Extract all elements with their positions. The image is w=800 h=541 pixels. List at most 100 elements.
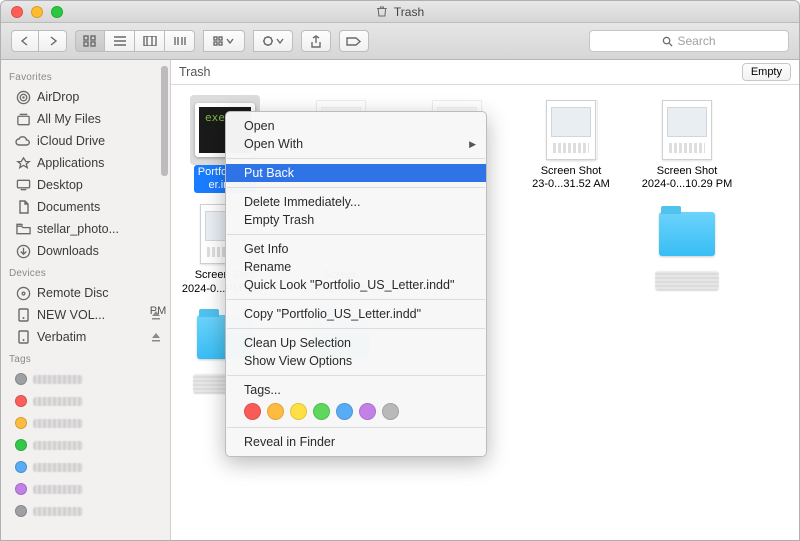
menu-item-rename[interactable]: Rename [226, 258, 486, 276]
icloud-icon [15, 133, 31, 149]
blurred-tag-label [33, 507, 83, 516]
menu-item-quick-look[interactable]: Quick Look "Portfolio_US_Letter.indd" [226, 276, 486, 294]
sidebar-item-applications[interactable]: Applications [1, 152, 170, 174]
tag-dot-icon [15, 439, 27, 451]
file-name-line1: Screen Shot [532, 165, 610, 178]
tag-color-button[interactable] [336, 403, 353, 420]
folder-icon [659, 212, 715, 256]
menu-item-copy[interactable]: Copy "Portfolio_US_Letter.indd" [226, 305, 486, 323]
sidebar-item-stellar-photo[interactable]: stellar_photo... [1, 218, 170, 240]
file-item[interactable]: Screen Shot 23-0...31.52 AM [527, 95, 615, 193]
fullscreen-window-button[interactable] [51, 6, 63, 18]
search-placeholder: Search [677, 34, 715, 48]
desktop-icon [15, 177, 31, 193]
folder-item[interactable] [643, 199, 731, 295]
sidebar-item-remote-disc[interactable]: Remote Disc [1, 282, 170, 304]
tag-dot-icon [15, 461, 27, 473]
arrange-button[interactable] [203, 30, 245, 52]
menu-item-put-back[interactable]: Put Back [226, 164, 486, 182]
sidebar-item-verbatim[interactable]: Verbatim [1, 326, 170, 348]
forward-button[interactable] [39, 30, 67, 52]
view-column-button[interactable] [135, 30, 165, 52]
file-item[interactable]: Screen Shot 2024-0...10.29 PM [643, 95, 731, 193]
window-controls [1, 6, 63, 18]
sidebar-tag-item[interactable] [1, 478, 170, 500]
sidebar-tag-item[interactable] [1, 434, 170, 456]
menu-item-tags-label: Tags... [226, 381, 486, 399]
blurred-tag-label [33, 463, 83, 472]
close-window-button[interactable] [11, 6, 23, 18]
file-name-line1: Screen Shot [642, 165, 733, 178]
file-name-line2: 2024-0...10.29 PM [642, 178, 733, 191]
blurred-tag-label [33, 375, 83, 384]
tag-dot-icon [15, 395, 27, 407]
content-area: Trash Empty exec Portfolio_U er.indd [171, 60, 799, 540]
sidebar-tag-item[interactable] [1, 390, 170, 412]
eject-icon[interactable] [150, 331, 162, 343]
minimize-window-button[interactable] [31, 6, 43, 18]
sidebar-tag-item[interactable] [1, 412, 170, 434]
menu-item-reveal[interactable]: Reveal in Finder [226, 433, 486, 451]
blurred-tag-label [33, 485, 83, 494]
tag-color-button[interactable] [290, 403, 307, 420]
sidebar-tag-item[interactable] [1, 368, 170, 390]
back-button[interactable] [11, 30, 39, 52]
menu-separator [227, 328, 485, 329]
external-disk-icon [15, 329, 31, 345]
tag-color-button[interactable] [382, 403, 399, 420]
sidebar-section-devices: Devices [1, 262, 170, 282]
tag-color-button[interactable] [313, 403, 330, 420]
tag-color-button[interactable] [359, 403, 376, 420]
all-files-icon [15, 111, 31, 127]
external-disk-icon [15, 307, 31, 323]
menu-separator [227, 187, 485, 188]
file-name-line2: 23-0...31.52 AM [532, 178, 610, 191]
sidebar-scrollbar[interactable] [161, 66, 168, 176]
sidebar-item-icloud-drive[interactable]: iCloud Drive [1, 130, 170, 152]
sidebar-tag-item[interactable] [1, 456, 170, 478]
menu-tags-row [226, 399, 486, 422]
titlebar: Trash [1, 1, 799, 23]
menu-item-clean-up[interactable]: Clean Up Selection [226, 334, 486, 352]
share-button[interactable] [301, 30, 331, 52]
menu-item-delete-immediately[interactable]: Delete Immediately... [226, 193, 486, 211]
sidebar-item-label: Remote Disc [37, 286, 109, 300]
nav-buttons [11, 30, 67, 52]
menu-item-empty-trash[interactable]: Empty Trash [226, 211, 486, 229]
blurred-tag-label [33, 419, 83, 428]
action-button[interactable] [253, 30, 293, 52]
sidebar-item-label: stellar_photo... [37, 222, 119, 236]
view-mode-buttons [75, 30, 195, 52]
menu-item-view-options[interactable]: Show View Options [226, 352, 486, 370]
file-thumbnail [662, 100, 712, 160]
search-input[interactable]: Search [589, 30, 789, 52]
tag-color-button[interactable] [244, 403, 261, 420]
empty-trash-button[interactable]: Empty [742, 63, 791, 81]
location-name: Trash [179, 65, 211, 79]
airdrop-icon [15, 89, 31, 105]
downloads-icon [15, 243, 31, 259]
menu-item-open-with[interactable]: Open With [226, 135, 486, 153]
tag-dot-icon [15, 483, 27, 495]
truncated-pm-label: PM [139, 305, 177, 317]
view-icon-button[interactable] [75, 30, 105, 52]
sidebar-item-downloads[interactable]: Downloads [1, 240, 170, 262]
view-list-button[interactable] [105, 30, 135, 52]
sidebar-item-documents[interactable]: Documents [1, 196, 170, 218]
menu-item-open[interactable]: Open [226, 117, 486, 135]
sidebar-item-desktop[interactable]: Desktop [1, 174, 170, 196]
sidebar-item-label: NEW VOL... [37, 308, 144, 322]
window-title-text: Trash [394, 5, 424, 19]
sidebar-tag-item[interactable] [1, 500, 170, 522]
menu-separator [227, 375, 485, 376]
tags-button[interactable] [339, 30, 369, 52]
tag-color-button[interactable] [267, 403, 284, 420]
window-body: Favorites AirDrop All My Files iCloud Dr… [1, 60, 799, 540]
menu-item-get-info[interactable]: Get Info [226, 240, 486, 258]
sidebar-item-all-my-files[interactable]: All My Files [1, 108, 170, 130]
applications-icon [15, 155, 31, 171]
view-coverflow-button[interactable] [165, 30, 195, 52]
icon-grid[interactable]: exec Portfolio_U er.indd . . [171, 85, 799, 394]
sidebar-item-airdrop[interactable]: AirDrop [1, 86, 170, 108]
tag-dot-icon [15, 505, 27, 517]
